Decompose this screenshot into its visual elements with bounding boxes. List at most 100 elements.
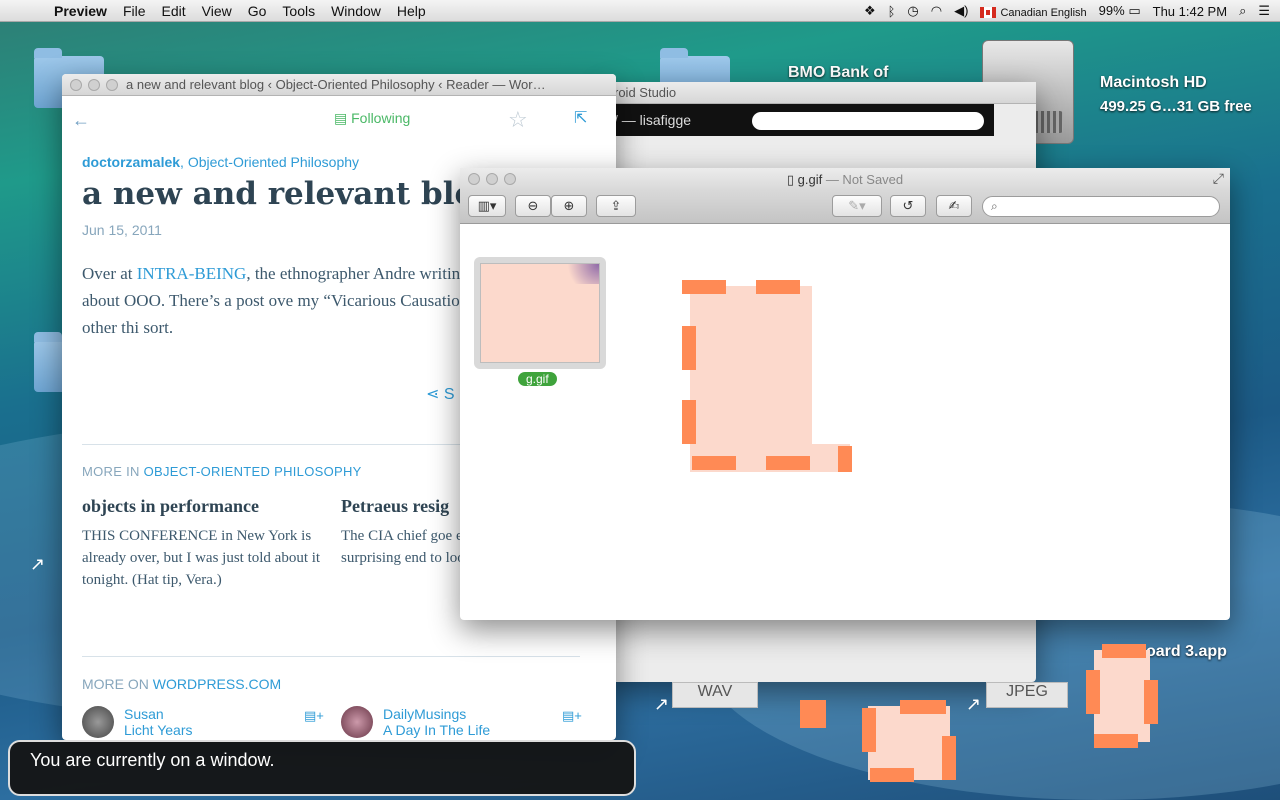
status-area: ❖ ᛒ ◷ ◠ ◀) Canadian English 99% ▭ Thu 1:… — [864, 0, 1270, 22]
site-name[interactable]: DailyMusings — [383, 706, 466, 722]
clock[interactable]: Thu 1:42 PM — [1153, 4, 1227, 19]
android-titlebar[interactable]: roid Studio — [604, 82, 1036, 104]
more-in-link[interactable]: OBJECT-ORIENTED PHILOSOPHY — [144, 464, 362, 479]
shape-dash — [862, 708, 876, 752]
menu-view[interactable]: View — [194, 3, 240, 19]
follow-site-icon[interactable]: ▤+ — [304, 708, 324, 724]
menu-tools[interactable]: Tools — [274, 3, 323, 19]
android-search-field[interactable] — [752, 112, 984, 130]
bluetooth-icon[interactable]: ᛒ — [888, 4, 896, 19]
image-thumbnail[interactable] — [480, 263, 600, 363]
volume-icon[interactable]: ◀) — [954, 3, 968, 19]
minimize-button[interactable] — [88, 78, 100, 91]
more-on-heading: MORE ON WORDPRESS.COM — [82, 676, 281, 692]
dash-mark — [756, 280, 800, 294]
shape-dash — [1086, 670, 1100, 714]
star-icon[interactable]: ☆ — [508, 107, 528, 133]
site-suggestion[interactable]: Susan Licht Years — [82, 706, 193, 738]
reader-window-title: a new and relevant blog ‹ Object-Oriente… — [126, 77, 546, 92]
site-suggestion[interactable]: DailyMusings A Day In The Life — [341, 706, 490, 738]
site-text: Susan Licht Years — [124, 706, 193, 738]
desktop-item-app[interactable]: oard 3.app — [1146, 643, 1227, 661]
wifi-icon[interactable]: ◠ — [931, 3, 942, 19]
document-icon: ▯ — [786, 172, 798, 187]
desktop-item-bmo[interactable]: BMO Bank of — [788, 64, 888, 82]
dash-mark — [766, 456, 810, 470]
voiceover-caption: You are currently on a window. — [8, 740, 636, 796]
dash-mark — [692, 456, 736, 470]
desktop-item-jpeg[interactable]: JPEG — [986, 682, 1068, 708]
related-post-title[interactable]: objects in performance — [82, 496, 326, 517]
intra-being-link[interactable]: INTRA-BEING — [137, 264, 247, 283]
window-controls — [70, 78, 118, 91]
related-post-card[interactable]: objects in performance THIS CONFERENCE i… — [82, 496, 326, 591]
back-arrow-icon[interactable]: ← — [72, 110, 90, 131]
annotate-button[interactable]: ✎▾ — [832, 195, 882, 217]
battery-status[interactable]: 99% ▭ — [1099, 3, 1141, 19]
more-on-prefix: MORE ON — [82, 676, 153, 692]
preview-titlebar[interactable]: ▯ g.gif — Not Saved ⤢ — [460, 168, 1230, 190]
close-button[interactable] — [70, 78, 82, 91]
sidebar-view-button[interactable]: ▥▾ — [468, 195, 506, 217]
more-on-link[interactable]: WORDPRESS.COM — [153, 676, 281, 692]
following-button[interactable]: ▤ Following — [334, 110, 410, 127]
site-blog[interactable]: Licht Years — [124, 722, 193, 738]
rotate-button[interactable]: ↺ — [890, 195, 926, 217]
post-excerpt-start: Over at — [82, 264, 137, 283]
thumbnail-label: g.gif — [518, 372, 557, 386]
desktop-item-wav[interactable]: WAV — [672, 682, 758, 708]
shape-dash — [800, 700, 826, 728]
app-menu[interactable]: Preview — [40, 3, 115, 19]
thumbnail-selection[interactable] — [474, 257, 606, 369]
following-label: Following — [351, 110, 411, 126]
notification-center-icon[interactable]: ☰ — [1258, 3, 1270, 19]
menu-help[interactable]: Help — [389, 3, 434, 19]
more-in-heading: MORE IN OBJECT-ORIENTED PHILOSOPHY — [82, 464, 362, 479]
zoom-button[interactable] — [106, 78, 118, 91]
menu-edit[interactable]: Edit — [154, 3, 194, 19]
site-name[interactable]: Susan — [124, 706, 164, 722]
preview-search-field[interactable]: ⌕ — [982, 196, 1220, 217]
preview-toolbar: ▥▾ ⊖ ⊕ ⇪ ✎▾ ↺ ✍ ⌕ — [460, 190, 1230, 224]
battery-percent: 99% — [1098, 3, 1125, 18]
share-button[interactable]: ⋖ S — [426, 384, 455, 404]
preview-filename: g.gif — [797, 172, 823, 187]
battery-icon: ▭ — [1128, 3, 1141, 18]
post-blog-link[interactable]: Object-Oriented Philosophy — [188, 154, 359, 170]
image-canvas[interactable] — [682, 280, 852, 476]
external-link-icon[interactable]: ⇱ — [574, 108, 587, 128]
hdd-name[interactable]: Macintosh HD — [1100, 74, 1207, 92]
preview-window[interactable]: ▯ g.gif — Not Saved ⤢ ▥▾ ⊖ ⊕ ⇪ ✎▾ ↺ ✍ ⌕ … — [460, 168, 1230, 620]
spotlight-icon[interactable]: ⌕ — [1239, 3, 1246, 19]
shape-fill — [1094, 650, 1150, 742]
avatar — [82, 706, 114, 738]
fullscreen-icon[interactable]: ⤢ — [1213, 170, 1224, 187]
menu-file[interactable]: File — [115, 3, 154, 19]
dash-mark — [682, 400, 696, 444]
input-source-label: Canadian English — [1000, 6, 1087, 19]
dash-mark — [682, 326, 696, 370]
alias-arrow-icon: ↗ — [654, 694, 670, 714]
preview-save-status: — Not Saved — [822, 172, 904, 187]
search-icon: ⌕ — [991, 199, 998, 213]
shape-dash — [1102, 644, 1146, 658]
android-window-title: roid Studio — [614, 85, 677, 100]
share-button[interactable]: ⇪ — [596, 195, 636, 217]
menu-go[interactable]: Go — [240, 3, 275, 19]
dropbox-icon[interactable]: ❖ — [864, 3, 876, 19]
menu-window[interactable]: Window — [323, 3, 389, 19]
more-in-prefix: MORE IN — [82, 464, 144, 479]
dash-mark — [838, 446, 852, 472]
input-source[interactable]: Canadian English — [980, 4, 1087, 19]
time-machine-icon[interactable]: ◷ — [907, 3, 918, 19]
zoom-in-button[interactable]: ⊕ — [551, 195, 587, 217]
post-author-link[interactable]: doctorzamalek — [82, 154, 180, 170]
preview-window-title: ▯ g.gif — Not Saved — [460, 172, 1230, 188]
zoom-out-button[interactable]: ⊖ — [515, 195, 551, 217]
reader-titlebar[interactable]: a new and relevant blog ‹ Object-Oriente… — [62, 74, 616, 96]
follow-site-icon[interactable]: ▤+ — [562, 708, 582, 724]
edit-toolbar-button[interactable]: ✍ — [936, 195, 972, 217]
share-icon: ⋖ — [426, 386, 444, 403]
site-blog[interactable]: A Day In The Life — [383, 722, 490, 738]
canada-flag-icon — [980, 6, 997, 18]
